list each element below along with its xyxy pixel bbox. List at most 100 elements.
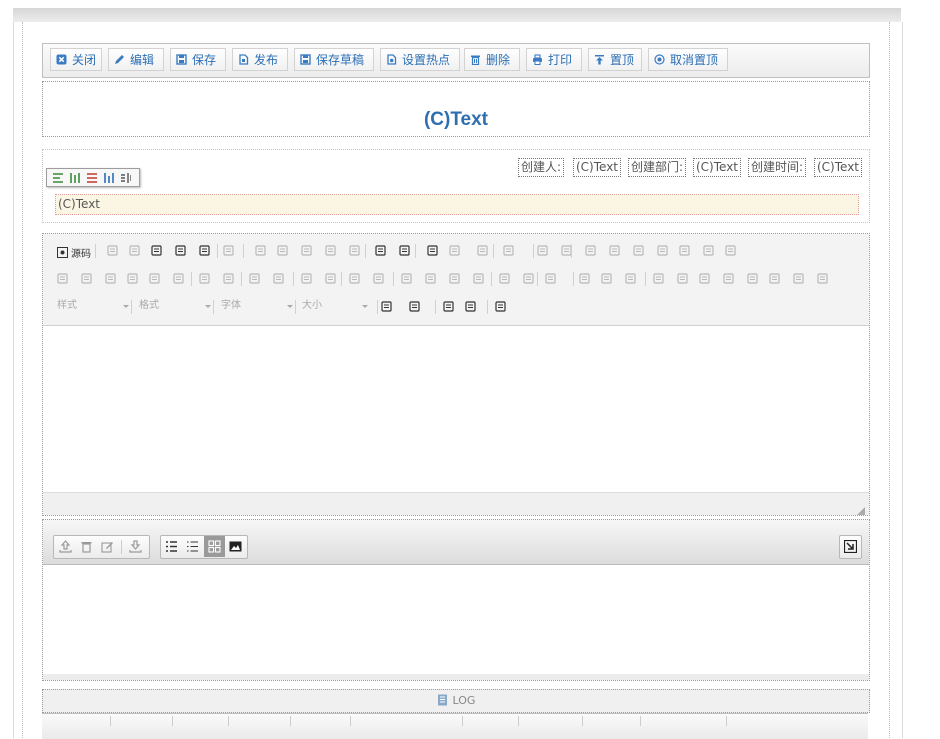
grid-view-icon[interactable] xyxy=(208,540,221,553)
delete-file-icon[interactable] xyxy=(80,540,93,553)
set-hotspot-button[interactable]: 设置热点 xyxy=(380,48,460,71)
hr-icon[interactable] xyxy=(723,273,734,284)
print-button[interactable]: 打印 xyxy=(526,48,582,71)
select-all-icon[interactable] xyxy=(477,245,488,256)
align-justify-icon[interactable] xyxy=(87,172,97,183)
radio-icon[interactable] xyxy=(585,245,596,256)
rtl-icon[interactable] xyxy=(523,273,534,284)
unlink-icon[interactable] xyxy=(601,273,612,284)
maximize-icon[interactable] xyxy=(443,301,454,312)
preview-icon[interactable] xyxy=(175,245,186,256)
close-button[interactable]: 关闭 xyxy=(50,48,102,71)
show-blocks-icon[interactable] xyxy=(465,301,476,312)
source-icon[interactable] xyxy=(57,247,68,258)
bg-color-icon[interactable] xyxy=(409,301,420,312)
pin-top-button[interactable]: 置顶 xyxy=(588,48,642,71)
subscript-icon[interactable] xyxy=(149,273,160,284)
flash-icon[interactable] xyxy=(677,273,688,284)
style-combo-label: 样式 xyxy=(57,300,77,311)
spellcheck-icon[interactable] xyxy=(503,245,514,256)
format-combo[interactable]: 格式 xyxy=(139,298,211,314)
publish-button[interactable]: 发布 xyxy=(232,48,288,71)
resize-handle-icon[interactable] xyxy=(857,504,865,515)
align-bottom-icon[interactable] xyxy=(104,172,114,183)
outdent-icon[interactable] xyxy=(301,273,312,284)
editor-content-area[interactable] xyxy=(43,326,869,491)
blockquote-icon[interactable] xyxy=(349,273,360,284)
div-icon[interactable] xyxy=(373,273,384,284)
image-button-icon[interactable] xyxy=(703,245,714,256)
collapse-button[interactable] xyxy=(839,535,862,559)
edit-button[interactable]: 编辑 xyxy=(108,48,164,71)
source-button-label[interactable]: 源码 xyxy=(71,245,91,260)
save-button[interactable]: 保存 xyxy=(170,48,226,71)
indent-icon[interactable] xyxy=(325,273,336,284)
copy-icon[interactable] xyxy=(277,245,288,256)
template-icon[interactable] xyxy=(223,245,234,256)
font-combo[interactable]: 字体 xyxy=(221,298,293,314)
about-icon[interactable] xyxy=(495,301,506,312)
save-doc-icon[interactable] xyxy=(107,245,118,256)
copy-format-icon[interactable] xyxy=(199,273,210,284)
creator-value: (C)Text xyxy=(573,158,622,177)
toolbar-separator xyxy=(95,244,96,258)
language-icon[interactable] xyxy=(545,273,556,284)
content-text-field[interactable]: (C)Text xyxy=(55,194,859,215)
justify-doc-icon[interactable] xyxy=(473,273,484,284)
image-icon[interactable] xyxy=(653,273,664,284)
attachment-list-area[interactable] xyxy=(43,565,869,673)
select-icon[interactable] xyxy=(657,245,668,256)
undo-icon[interactable] xyxy=(375,245,386,256)
underline-icon[interactable] xyxy=(105,273,116,284)
bulleted-list-icon[interactable] xyxy=(273,273,284,284)
distribute-icon[interactable] xyxy=(121,172,132,183)
upload-icon[interactable] xyxy=(59,540,72,553)
paste-word-icon[interactable] xyxy=(349,245,360,256)
cut-icon[interactable] xyxy=(255,245,266,256)
iframe-icon[interactable] xyxy=(817,273,828,284)
find-icon[interactable] xyxy=(427,245,438,256)
align-center-icon[interactable] xyxy=(70,172,80,183)
detail-view-icon[interactable] xyxy=(186,540,199,553)
superscript-icon[interactable] xyxy=(173,273,184,284)
align-right-doc-icon[interactable] xyxy=(449,273,460,284)
redo-icon[interactable] xyxy=(399,245,410,256)
replace-icon[interactable] xyxy=(449,245,460,256)
hidden-field-icon[interactable] xyxy=(725,245,736,256)
textfield-icon[interactable] xyxy=(609,245,620,256)
align-center-doc-icon[interactable] xyxy=(425,273,436,284)
strike-icon[interactable] xyxy=(127,273,138,284)
delete-button[interactable]: 删除 xyxy=(464,48,520,71)
special-char-icon[interactable] xyxy=(769,273,780,284)
smiley-icon[interactable] xyxy=(747,273,758,284)
bold-icon[interactable] xyxy=(57,273,68,284)
table-icon[interactable] xyxy=(699,273,710,284)
size-combo[interactable]: 大小 xyxy=(302,298,368,314)
download-icon[interactable] xyxy=(129,540,142,553)
form-icon[interactable] xyxy=(537,245,548,256)
textarea-icon[interactable] xyxy=(633,245,644,256)
align-left-doc-icon[interactable] xyxy=(401,273,412,284)
paste-text-icon[interactable] xyxy=(325,245,336,256)
save-draft-button[interactable]: 保存草稿 xyxy=(294,48,374,71)
align-left-icon[interactable] xyxy=(53,172,63,183)
ltr-icon[interactable] xyxy=(499,273,510,284)
text-color-icon[interactable] xyxy=(381,301,392,312)
image-view-icon[interactable] xyxy=(229,540,242,553)
anchor-icon[interactable] xyxy=(625,273,636,284)
new-page-icon[interactable] xyxy=(129,245,140,256)
page-break-icon[interactable] xyxy=(793,273,804,284)
button-icon[interactable] xyxy=(679,245,690,256)
style-combo[interactable]: 样式 xyxy=(57,298,129,314)
print-doc-icon[interactable] xyxy=(199,245,210,256)
italic-icon[interactable] xyxy=(81,273,92,284)
log-bar[interactable]: LOG xyxy=(42,689,870,713)
pdf-icon[interactable] xyxy=(151,245,162,256)
link-icon[interactable] xyxy=(579,273,590,284)
remove-format-icon[interactable] xyxy=(223,273,234,284)
unpin-button[interactable]: 取消置顶 xyxy=(648,48,728,71)
numbered-list-icon[interactable] xyxy=(249,273,260,284)
list-view-icon[interactable] xyxy=(165,540,178,553)
edit-file-icon[interactable] xyxy=(101,540,114,553)
paste-icon[interactable] xyxy=(301,245,312,256)
